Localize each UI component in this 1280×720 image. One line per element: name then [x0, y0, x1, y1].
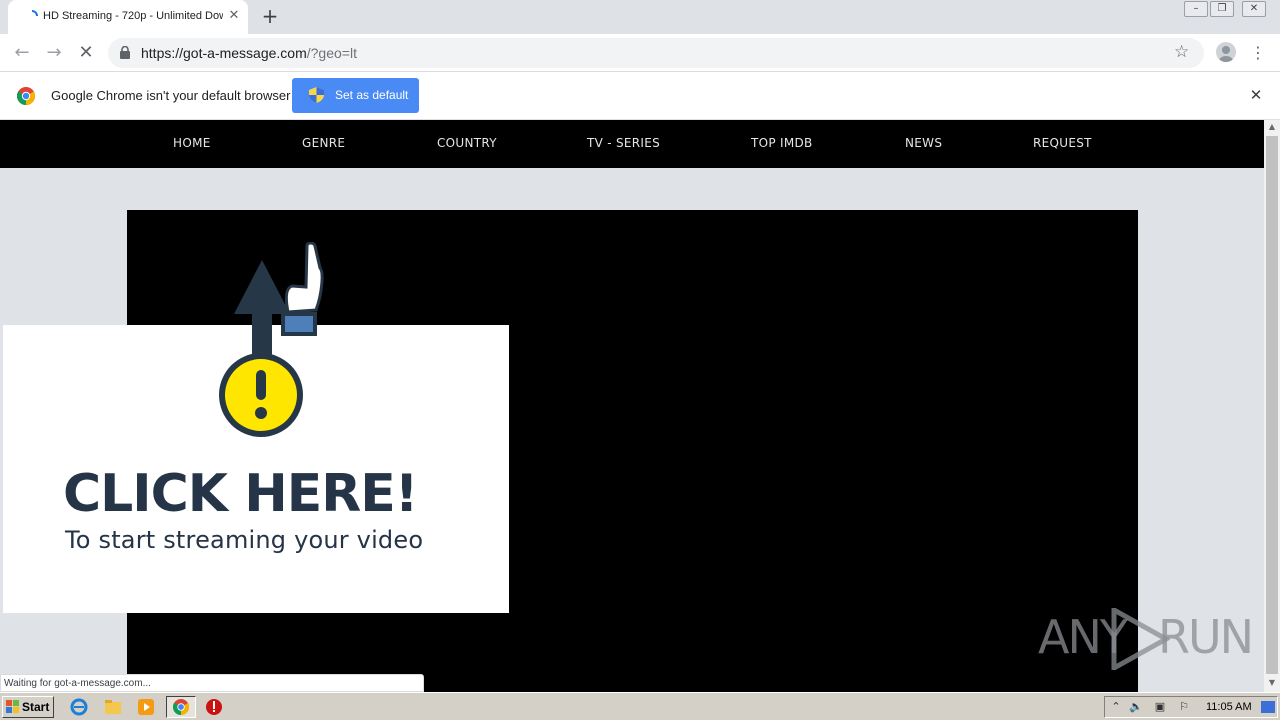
- loading-spinner-icon: [31, 10, 38, 17]
- browser-tab[interactable]: HD Streaming - 720p - Unlimited Download…: [8, 0, 248, 34]
- windows-flag-icon: [6, 700, 19, 713]
- scrollbar-thumb[interactable]: [1266, 136, 1278, 674]
- tab-title: HD Streaming - 720p - Unlimited Download…: [43, 10, 223, 22]
- nav-country[interactable]: COUNTRY: [437, 136, 497, 150]
- set-as-default-label: Set as default: [335, 88, 409, 102]
- chrome-menu-icon[interactable]: ⋮: [1250, 42, 1266, 64]
- lock-icon: [120, 46, 130, 59]
- action-center-flag-icon[interactable]: ⚐: [1177, 700, 1191, 714]
- minimize-button[interactable]: –: [1184, 1, 1208, 17]
- vertical-scrollbar[interactable]: ▲ ▼: [1264, 120, 1280, 692]
- url-query: /?geo=lt: [306, 45, 357, 61]
- status-bubble: Waiting for got-a-message.com...: [0, 674, 424, 692]
- stop-loading-button[interactable]: ✕: [75, 42, 97, 64]
- network-icon[interactable]: ▣: [1153, 700, 1167, 714]
- address-bar[interactable]: https://got-a-message.com/?geo=lt ☆: [108, 38, 1204, 68]
- chrome-icon: [173, 699, 189, 715]
- nav-top-imdb[interactable]: TOP IMDB: [751, 136, 813, 150]
- start-label: Start: [22, 700, 50, 714]
- ad-headline: CLICK HERE!: [63, 464, 419, 524]
- nav-tv-series[interactable]: TV - SERIES: [587, 136, 660, 150]
- default-browser-infobar: Google Chrome isn't your default browser…: [0, 72, 1280, 120]
- internet-explorer-icon[interactable]: [70, 698, 88, 716]
- start-button[interactable]: Start: [2, 696, 54, 718]
- volume-icon[interactable]: 🔈: [1129, 700, 1143, 714]
- watermark-text-run: RUN: [1158, 610, 1254, 664]
- browser-toolbar: ← → ✕ https://got-a-message.com/?geo=lt …: [0, 34, 1280, 72]
- screen: HD Streaming - 720p - Unlimited Download…: [0, 0, 1280, 720]
- uac-shield-icon: [309, 87, 324, 103]
- tab-close-icon[interactable]: ✕: [226, 8, 242, 24]
- site-navigation: HOME GENRE COUNTRY TV - SERIES TOP IMDB …: [0, 120, 1264, 168]
- infobar-message: Google Chrome isn't your default browser: [51, 88, 291, 103]
- new-tab-button[interactable]: +: [260, 6, 280, 26]
- nav-home[interactable]: HOME: [173, 136, 211, 150]
- show-hidden-icons-icon[interactable]: ⌃: [1109, 700, 1123, 714]
- back-button[interactable]: ←: [11, 42, 33, 64]
- scroll-up-icon[interactable]: ▲: [1264, 120, 1280, 134]
- infobar-close-icon[interactable]: ✕: [1248, 87, 1264, 103]
- show-desktop-icon[interactable]: [1261, 701, 1275, 713]
- close-window-button[interactable]: ✕: [1242, 1, 1266, 17]
- forward-button[interactable]: →: [43, 42, 65, 64]
- scroll-down-icon[interactable]: ▼: [1264, 676, 1280, 690]
- set-as-default-button[interactable]: Set as default: [292, 78, 419, 113]
- nav-genre[interactable]: GENRE: [302, 136, 345, 150]
- tab-strip: HD Streaming - 720p - Unlimited Download…: [0, 0, 1280, 34]
- anyrun-watermark: ANY RUN: [1038, 608, 1254, 670]
- url-text: https://got-a-message.com/?geo=lt: [141, 45, 357, 61]
- taskbar-clock[interactable]: 11:05 AM: [1206, 701, 1252, 713]
- url-host: https://got-a-message.com: [141, 45, 307, 61]
- arrow-warning-hand-icon: [219, 242, 324, 437]
- file-explorer-icon[interactable]: [104, 698, 122, 716]
- restore-button[interactable]: ❐: [1210, 1, 1234, 17]
- nav-news[interactable]: NEWS: [905, 136, 942, 150]
- ad-subline: To start streaming your video: [65, 526, 424, 554]
- media-player-icon[interactable]: [137, 698, 155, 716]
- stop-sign-icon[interactable]: [205, 698, 223, 716]
- chrome-logo-icon: [17, 87, 35, 105]
- windows-taskbar: Start ⌃ 🔈 ▣ ⚐ 11:05 AM: [0, 692, 1280, 720]
- page-content: HOME GENRE COUNTRY TV - SERIES TOP IMDB …: [0, 120, 1264, 692]
- chrome-taskbar-button[interactable]: [166, 696, 196, 718]
- nav-request[interactable]: REQUEST: [1033, 136, 1092, 150]
- profile-avatar-icon[interactable]: [1216, 42, 1236, 62]
- bookmark-star-icon[interactable]: ☆: [1174, 42, 1189, 62]
- system-tray: ⌃ 🔈 ▣ ⚐ 11:05 AM: [1104, 696, 1278, 718]
